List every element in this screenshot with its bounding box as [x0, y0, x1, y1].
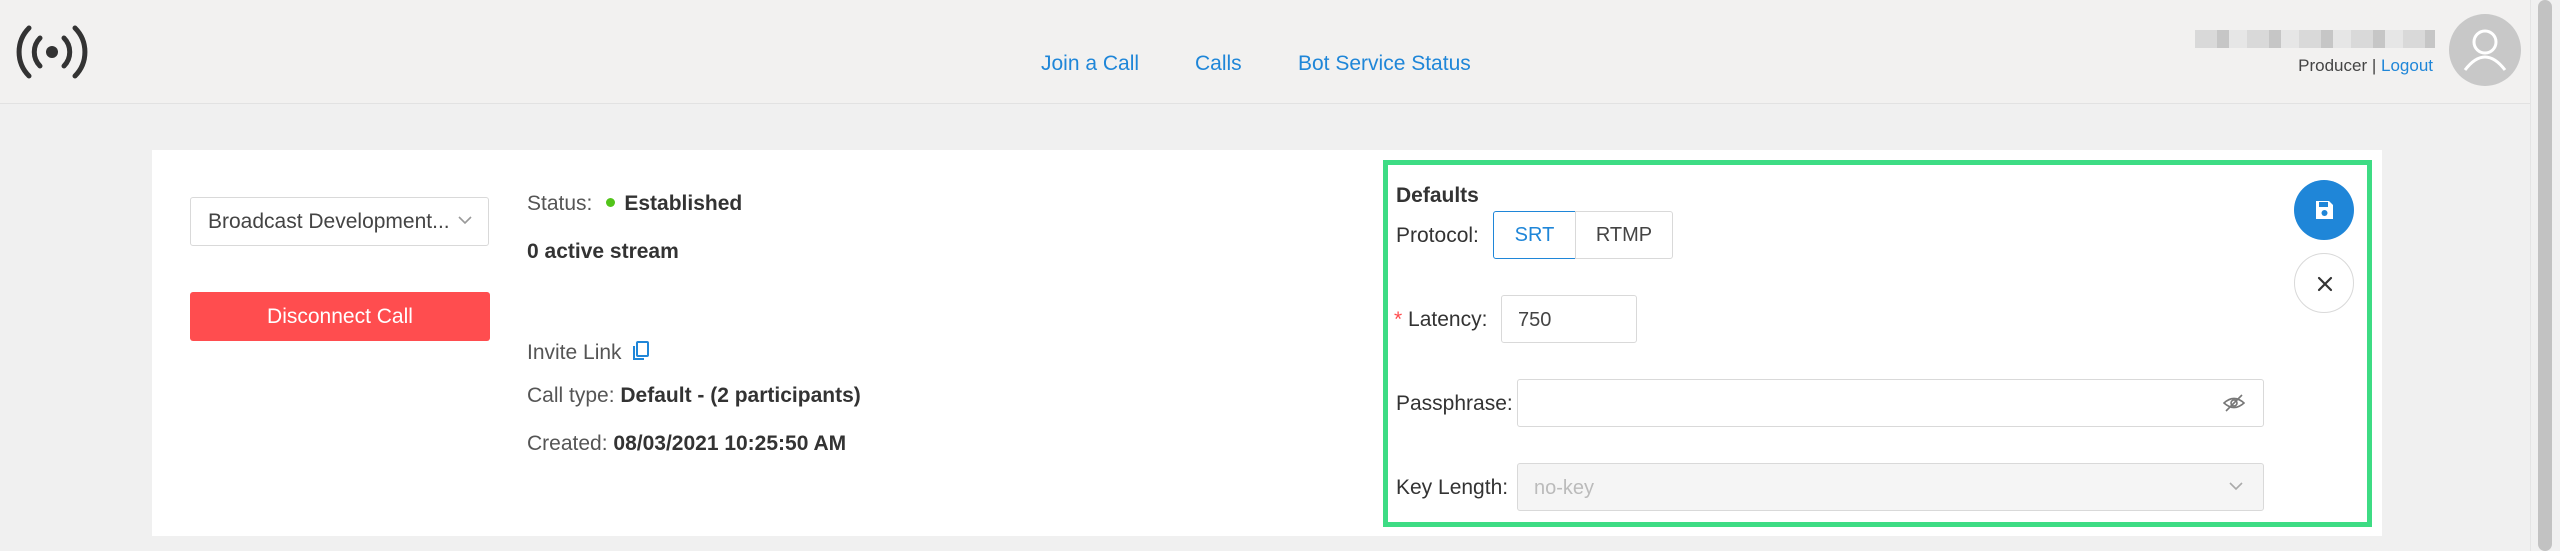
save-button[interactable] [2294, 180, 2354, 240]
chevron-down-icon [458, 216, 472, 225]
latency-input[interactable]: 750 [1501, 295, 1637, 343]
status-label: Status: [527, 192, 593, 215]
call-type-value: Default - (2 participants) [620, 384, 861, 407]
user-role-line: Producer | Logout [2298, 56, 2433, 76]
protocol-option-srt[interactable]: SRT [1493, 211, 1576, 259]
chevron-down-icon [2229, 482, 2243, 491]
call-type-label: Call type: [527, 384, 615, 407]
defaults-heading: Defaults [1396, 184, 1479, 207]
active-streams-line: 0 active stream [527, 240, 679, 264]
scrollbar-thumb[interactable] [2538, 0, 2552, 551]
active-streams: 0 active stream [527, 240, 679, 263]
protocol-option-rtmp[interactable]: RTMP [1575, 211, 1673, 259]
disconnect-call-button[interactable]: Disconnect Call [190, 292, 490, 341]
created-value: 08/03/2021 10:25:50 AM [613, 432, 847, 455]
save-icon [2316, 201, 2333, 219]
invite-link-line: Invite Link [527, 337, 650, 365]
close-icon [2317, 276, 2333, 292]
created-line: Created: 08/03/2021 10:25:50 AM [527, 432, 846, 456]
status-line: Status: Established [527, 192, 742, 216]
latency-label: * Latency: [1394, 308, 1488, 331]
user-role: Producer [2298, 56, 2368, 75]
protocol-label: Protocol: [1396, 224, 1479, 247]
logout-link[interactable]: Logout [2381, 56, 2433, 75]
user-separator: | [2371, 56, 2377, 75]
key-length-label: Key Length: [1396, 476, 1509, 499]
nav-join-call[interactable]: Join a Call [1041, 52, 1139, 76]
user-name-redacted [2195, 30, 2435, 48]
call-select-value: Broadcast Development... [208, 210, 450, 233]
latency-value: 750 [1518, 309, 1552, 331]
call-type-line: Call type: Default - (2 participants) [527, 384, 861, 408]
nav-bot-service-status[interactable]: Bot Service Status [1298, 52, 1471, 76]
top-bar: Join a Call Calls Bot Service Status Pro… [0, 0, 2530, 104]
created-label: Created: [527, 432, 608, 455]
key-length-value: no-key [1534, 477, 1595, 499]
passphrase-label: Passphrase: [1396, 392, 1513, 415]
status-value: Established [624, 192, 743, 215]
status-dot-icon [606, 198, 616, 207]
broadcast-icon[interactable] [16, 20, 88, 84]
avatar[interactable] [2449, 14, 2521, 86]
copy-icon[interactable] [631, 340, 651, 362]
close-button[interactable] [2294, 253, 2354, 313]
passphrase-input[interactable] [1517, 379, 2264, 427]
user-icon [2463, 29, 2507, 71]
call-select[interactable]: Broadcast Development... [190, 197, 489, 246]
nav-calls[interactable]: Calls [1195, 52, 1242, 76]
invite-link-label: Invite Link [527, 341, 622, 364]
eye-invisible-icon[interactable] [2223, 393, 2245, 413]
key-length-select[interactable]: no-key [1517, 463, 2264, 511]
